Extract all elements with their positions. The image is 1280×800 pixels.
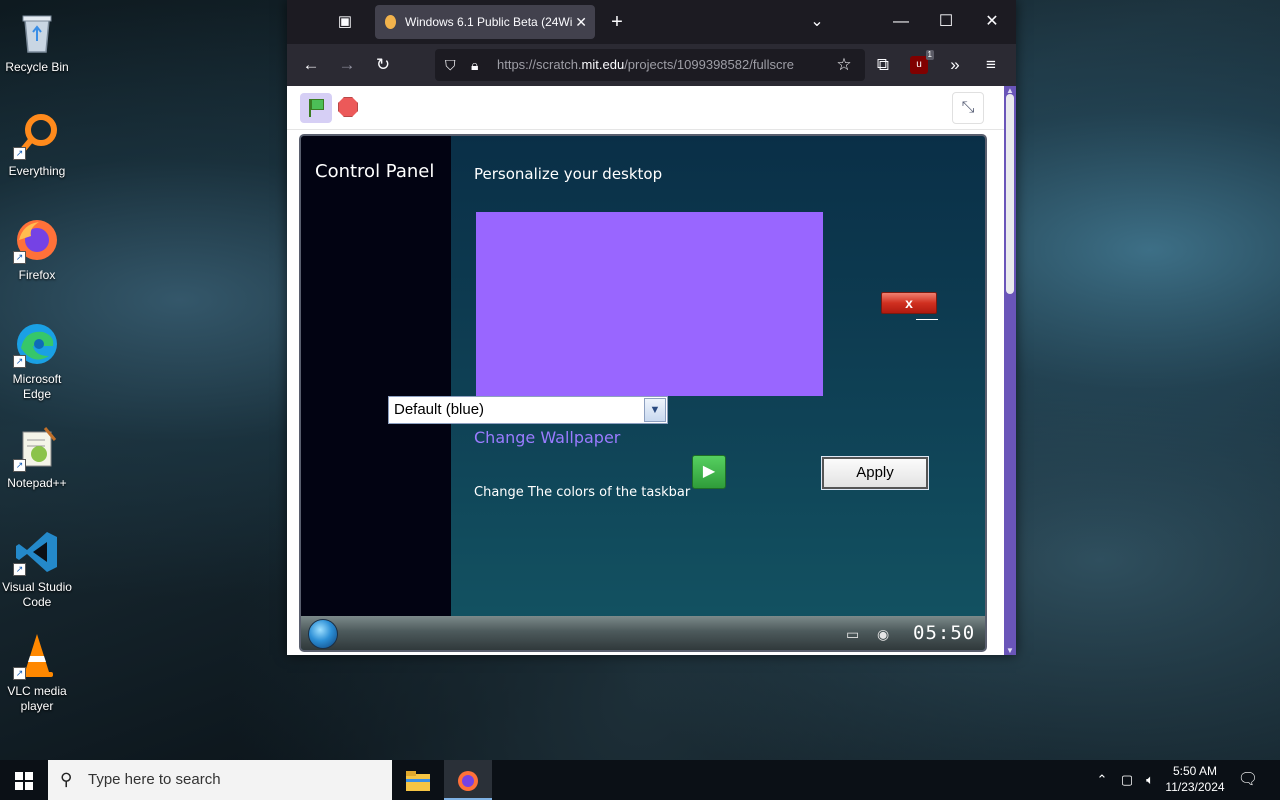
shortcut-arrow-icon: ↗ [13,147,26,160]
bookmark-star-icon[interactable]: ☆ [832,53,856,77]
taskbar-firefox-icon[interactable] [444,760,492,800]
desktop-icon-label: VLC media player [7,684,67,713]
shield-icon[interactable]: ⛉ [445,49,456,81]
new-tab-icon[interactable]: + [605,10,629,34]
shortcut-arrow-icon: ↗ [13,563,26,576]
stage-taskbar: ▭ ◉ 05:50 [301,616,985,650]
system-clock[interactable]: 5:50 AM 11/23/2024 [1158,763,1232,795]
notification-center-icon[interactable]: 🗨︎ [1236,760,1260,800]
close-tab-icon[interactable]: ✕ [575,5,587,39]
browser-titlebar: ▣ Windows 6.1 Public Beta (24Wi ✕ + ⌄ — … [287,0,1016,44]
wallpaper-preview [476,212,823,396]
firefox-icon: ↗ [13,216,61,264]
desktop-icon-label: Firefox [18,268,56,282]
url-bar[interactable]: ⛉ 🔒︎ https://scratch.mit.edu/projects/10… [435,49,865,81]
windows-start-icon[interactable] [0,760,48,800]
shortcut-arrow-icon: ↗ [13,667,26,680]
browser-tab[interactable]: Windows 6.1 Public Beta (24Wi ✕ [375,5,595,39]
desktop-icon-recycle-bin[interactable]: Recycle Bin [0,8,74,75]
recycle-bin-icon [13,8,61,56]
taskbar-search-box[interactable]: ⚲ Type here to search [48,760,392,800]
maximize-icon[interactable]: ☐ [934,10,958,34]
chevron-down-icon[interactable]: ▼ [644,398,666,422]
shortcut-arrow-icon: ↗ [13,355,26,368]
desktop-icon-firefox[interactable]: ↗ Firefox [0,216,74,283]
more-tools-icon[interactable]: » [943,53,967,77]
desktop-icon-label: Recycle Bin [5,60,69,74]
page-scrollbar[interactable]: ▲ ▼ [1004,86,1016,655]
volume-icon[interactable]: ◉ [877,626,889,643]
divider [916,319,938,320]
desktop-icon-label: Everything [8,164,66,178]
ublock-badge: 1 [925,50,934,60]
scratch-stage[interactable]: Control Panel Personalize your desktop x… [299,134,987,652]
next-arrow-button[interactable]: ▶ [692,455,726,489]
desktop-icon-edge[interactable]: ↗ Microsoft Edge [0,320,74,402]
clock-date: 11/23/2024 [1165,780,1225,794]
scratch-favicon-icon [385,15,396,29]
green-flag-button[interactable] [300,93,332,123]
ublock-origin-icon[interactable]: u1 [910,50,934,74]
tab-title: Windows 6.1 Public Beta (24Wi [405,15,573,29]
desktop-icon-label: Notepad++ [7,476,67,490]
dropdown-value: Default (blue) [394,401,485,418]
url-host: mit.edu [581,57,625,72]
scrollbar-thumb[interactable] [1006,94,1014,294]
list-all-tabs-icon[interactable]: ⌄ [805,10,829,34]
reload-icon[interactable]: ↻ [371,53,395,77]
clock-time: 5:50 AM [1172,764,1218,778]
url-path: /projects/1099398582/fullscre [624,57,795,72]
desktop-icon-notepadpp[interactable]: ↗ Notepad++ [0,424,74,491]
taskbar-color-select[interactable]: Default (blue) ▼ [388,396,668,424]
stage-clock: 05:50 [913,622,976,644]
stop-button[interactable] [338,97,358,117]
scroll-down-icon[interactable]: ▼ [1004,646,1016,655]
edge-icon: ↗ [13,320,61,368]
shortcut-arrow-icon: ↗ [13,251,26,264]
minimize-icon[interactable]: — [889,10,913,34]
forward-icon[interactable]: → [335,53,359,77]
volume-muted-icon[interactable]: 🔈︎ [1140,760,1160,800]
taskbar-colors-label: Change The colors of the taskbar [474,485,691,500]
everything-search-icon: ↗ [13,112,61,160]
exit-fullscreen-icon[interactable]: ⤡ [952,92,984,124]
browser-toolbar: ← → ↻ ⛉ 🔒︎ https://scratch.mit.edu/proje… [287,44,1016,86]
file-explorer-icon[interactable] [394,760,442,800]
notepadpp-icon: ↗ [13,424,61,472]
desktop-icon-everything[interactable]: ↗ Everything [0,112,74,179]
page-content: ⤡ Control Panel Personalize your desktop… [287,86,1004,655]
personalize-heading: Personalize your desktop [474,165,663,183]
hamburger-menu-icon[interactable]: ≡ [979,53,1003,77]
shortcut-arrow-icon: ↗ [13,459,26,472]
control-panel-sidebar: Control Panel [301,136,451,616]
tab-list-icon[interactable]: ▣ [335,12,355,32]
back-icon[interactable]: ← [299,53,323,77]
extensions-icon[interactable]: ⧉ [871,53,895,77]
apply-button[interactable]: Apply [821,456,929,490]
desktop-icon-vlc[interactable]: ↗ VLC media player [0,632,74,714]
close-window-icon[interactable]: ✕ [980,10,1004,34]
show-hidden-icons-icon[interactable]: ⌃ [1092,760,1112,800]
vlc-icon: ↗ [13,632,61,680]
desktop-icon-vscode[interactable]: ↗ Visual Studio Code [0,528,74,610]
flag-shape [311,99,324,110]
start-orb-icon[interactable] [308,619,338,649]
search-placeholder: Type here to search [88,771,221,788]
url-prefix: https://scratch. [497,57,582,72]
close-panel-button[interactable]: x [881,292,937,314]
vscode-icon: ↗ [13,528,61,576]
desktop-icon-label: Visual Studio Code [2,580,72,609]
search-icon: ⚲ [60,770,73,789]
lock-icon[interactable]: 🔒︎ [471,49,478,81]
firefox-window: ▣ Windows 6.1 Public Beta (24Wi ✕ + ⌄ — … [287,0,1016,655]
control-panel-title: Control Panel [315,161,435,182]
windows-taskbar: ⚲ Type here to search ⌃ ▢ 🔈︎ 5:50 AM 11/… [0,760,1280,800]
desktop-icon-label: Microsoft Edge [12,372,62,401]
network-icon[interactable]: ▭ [846,626,859,643]
scratch-controls-bar: ⤡ [287,86,1004,130]
change-wallpaper-link[interactable]: Change Wallpaper [474,428,620,447]
network-icon[interactable]: ▢ [1116,760,1138,800]
